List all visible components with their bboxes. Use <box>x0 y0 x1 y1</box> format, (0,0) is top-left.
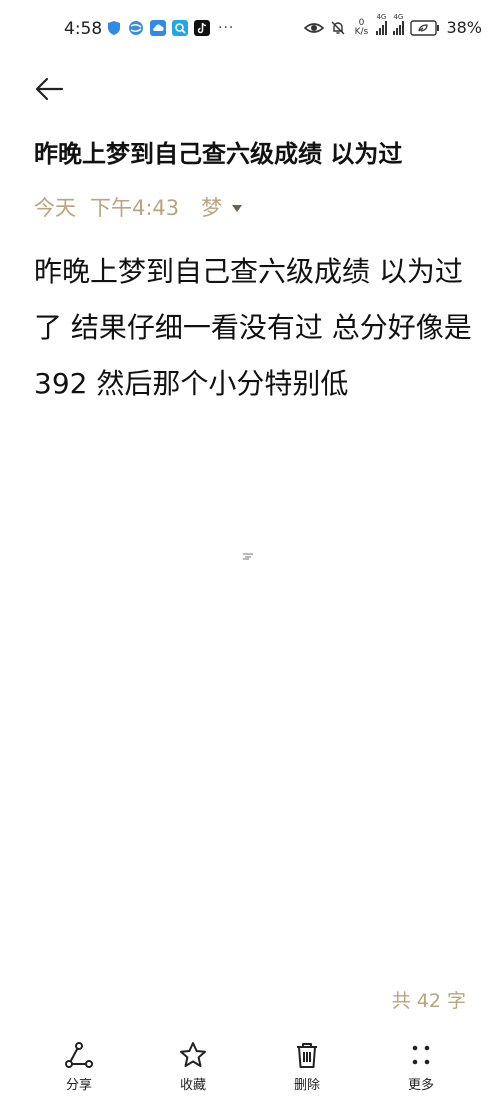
share-label: 分享 <box>65 1078 92 1093</box>
note-title[interactable]: 昨晚上梦到自己查六级成绩 以为过 <box>34 134 474 169</box>
signal-sim1-icon: 4G <box>376 13 388 35</box>
cursor-handle-icon <box>243 553 253 560</box>
more-dots-icon <box>412 1045 430 1065</box>
note-body[interactable]: 昨晚上梦到自己查六级成绩 以为过了 结果仔细一看没有过 总分好像是392 然后那… <box>34 244 474 412</box>
network-speed: 0 K/s <box>354 17 369 37</box>
shield-icon <box>108 21 120 35</box>
share-icon <box>65 1042 93 1068</box>
note-time: 下午4:43 <box>90 196 180 220</box>
mute-bell-icon <box>331 21 345 34</box>
weather-app-icon <box>150 20 166 36</box>
delete-label: 删除 <box>293 1078 320 1093</box>
back-arrow-icon <box>35 77 64 101</box>
delete-button[interactable]: 删除 <box>267 1040 347 1093</box>
status-bar: 4:58 ··· 0 K/s 4G 4G 38% <box>0 0 500 62</box>
word-count: 共 42 字 <box>391 990 466 1012</box>
battery-icon <box>410 19 440 36</box>
share-button[interactable]: 分享 <box>39 1040 119 1093</box>
more-notifications-icon: ··· <box>218 20 235 36</box>
note-date: 今天 <box>34 196 76 220</box>
folder-selector[interactable]: 梦 <box>201 192 222 222</box>
favorite-label: 收藏 <box>179 1078 206 1093</box>
browser-icon <box>129 21 143 35</box>
eye-icon <box>304 22 325 33</box>
bottom-toolbar: 分享 收藏 删除 更多 <box>0 1040 500 1099</box>
status-time: 4:58 <box>64 19 103 39</box>
system-icons: 0 K/s 4G 4G 38% <box>304 13 482 37</box>
battery-percent: 38% <box>446 18 482 37</box>
trash-icon <box>297 1043 317 1068</box>
signal-sim2-icon: 4G <box>393 13 405 35</box>
back-button[interactable] <box>30 70 70 110</box>
favorite-button[interactable]: 收藏 <box>153 1040 233 1093</box>
note-meta: 今天 下午4:43 梦 <box>34 192 243 222</box>
caret-down-icon[interactable] <box>232 204 243 212</box>
more-label: 更多 <box>407 1078 434 1093</box>
qq-browser-icon <box>172 20 188 36</box>
more-button[interactable]: 更多 <box>381 1040 461 1093</box>
notification-icons: ··· <box>106 20 234 36</box>
star-icon <box>180 1042 206 1067</box>
tiktok-icon <box>194 20 210 36</box>
